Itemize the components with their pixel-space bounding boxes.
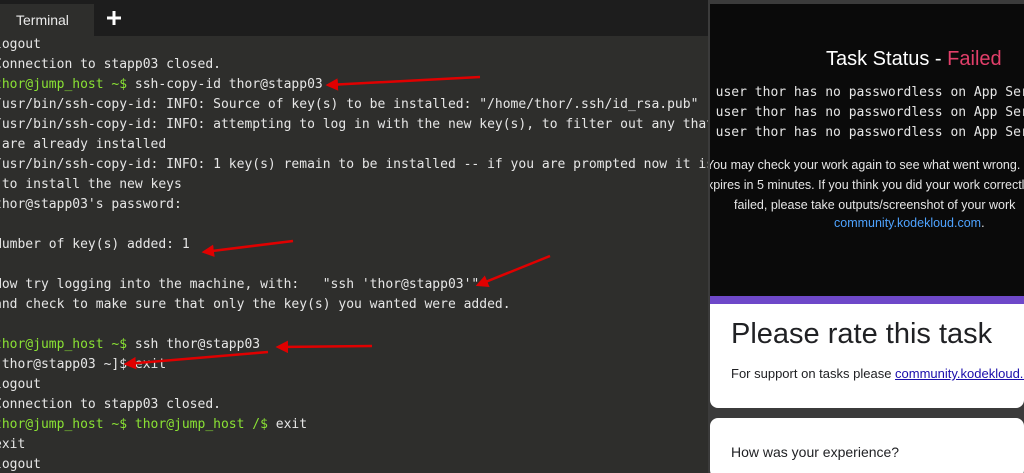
terminal-line-text: to install the new keys bbox=[0, 177, 182, 192]
community-link[interactable]: community.kodekloud.com bbox=[834, 216, 981, 230]
rating-card: Please rate this task For support on tas… bbox=[710, 304, 1024, 408]
terminal-line-text: Connection to stapp03 closed. bbox=[0, 397, 221, 412]
right-panel: Task Status - Failed - user thor has no … bbox=[708, 0, 1024, 473]
terminal-line-text: logout bbox=[0, 457, 41, 472]
terminal-prompt: thor@jump_host /$ bbox=[134, 417, 268, 432]
terminal-line-text: Number of key(s) added: 1 bbox=[0, 237, 190, 252]
terminal-line-text: ssh-copy-id thor@stapp03 bbox=[127, 77, 323, 92]
terminal-line-text: thor@stapp03's password: bbox=[0, 197, 182, 212]
terminal-line-text: logout bbox=[0, 37, 41, 52]
terminal-line: thor@stapp03's password: bbox=[0, 195, 182, 215]
terminal-line: logout bbox=[0, 375, 41, 395]
terminal-line-text: exit bbox=[267, 417, 308, 432]
terminal-window[interactable]: Terminal logout Connection to stapp03 clo… bbox=[0, 0, 708, 473]
terminal-line-text: and check to make sure that only the key… bbox=[0, 297, 511, 312]
plus-icon bbox=[107, 11, 121, 25]
terminal-line: thor@jump_host ~$ ssh-copy-id thor@stapp… bbox=[0, 75, 323, 95]
terminal-line: Connection to stapp03 closed. bbox=[0, 395, 221, 415]
terminal-line-text bbox=[127, 417, 135, 432]
status-note: You may check your work again to see wha… bbox=[710, 158, 1021, 172]
terminal-line: thor@jump_host ~$ ssh thor@stapp03 bbox=[0, 335, 260, 355]
terminal-line: Connection to stapp03 closed. bbox=[0, 55, 221, 75]
task-status-value: Failed bbox=[947, 48, 1002, 70]
terminal-line-text: /usr/bin/ssh-copy-id: INFO: Source of ke… bbox=[0, 97, 699, 112]
experience-question: How was your experience? bbox=[731, 444, 900, 460]
tab-bar: Terminal bbox=[0, 0, 708, 36]
terminal-line-text: Now try logging into the machine, with: … bbox=[0, 277, 480, 292]
support-link[interactable]: community.kodekloud.com bbox=[895, 366, 1024, 381]
terminal-line-text: are already installed bbox=[0, 137, 167, 152]
rating-support-text: For support on tasks please community.ko… bbox=[731, 366, 1024, 381]
new-tab-button[interactable] bbox=[100, 4, 128, 32]
terminal-line: logout bbox=[0, 455, 41, 473]
terminal-line: and check to make sure that only the key… bbox=[0, 295, 511, 315]
terminal-line: thor@jump_host ~$ thor@jump_host /$ exit bbox=[0, 415, 307, 435]
terminal-line: to install the new keys bbox=[0, 175, 182, 195]
terminal-line: Number of key(s) added: 1 bbox=[0, 235, 190, 255]
tab-terminal-label: Terminal bbox=[16, 12, 69, 28]
task-status-card: Task Status - Failed - user thor has no … bbox=[710, 4, 1024, 296]
terminal-line: /usr/bin/ssh-copy-id: INFO: Source of ke… bbox=[0, 95, 698, 115]
terminal-prompt: thor@jump_host ~$ bbox=[0, 417, 128, 432]
terminal-line-text: logout bbox=[0, 377, 41, 392]
terminal-prompt: thor@jump_host ~$ bbox=[0, 337, 128, 352]
terminal-prompt: thor@jump_host ~$ bbox=[0, 77, 128, 92]
terminal-line: are already installed bbox=[0, 135, 166, 155]
terminal-line-text: exit bbox=[0, 437, 26, 452]
tab-terminal[interactable]: Terminal bbox=[0, 4, 94, 36]
terminal-line-text: /usr/bin/ssh-copy-id: INFO: 1 key(s) rem… bbox=[0, 157, 708, 172]
server-result-line: - user thor has no passwordless on App S… bbox=[715, 105, 1024, 120]
terminal-output[interactable]: logout Connection to stapp03 closed. thor@… bbox=[0, 36, 708, 473]
server-result-line: - user thor has no passwordless on App S… bbox=[715, 85, 1024, 100]
rating-accent-bar bbox=[710, 296, 1024, 304]
terminal-line-text: ssh thor@stapp03 bbox=[127, 337, 261, 352]
task-status-label: Task Status - bbox=[826, 48, 948, 70]
terminal-line-text: Connection to stapp03 closed. bbox=[0, 57, 221, 72]
terminal-line: Now try logging into the machine, with: … bbox=[0, 275, 479, 295]
experience-card[interactable]: How was your experience? bbox=[710, 418, 1024, 473]
rating-title: Please rate this task bbox=[731, 318, 993, 350]
terminal-line-text: /usr/bin/ssh-copy-id: INFO: attempting t… bbox=[0, 117, 708, 132]
terminal-line: /usr/bin/ssh-copy-id: INFO: attempting t… bbox=[0, 115, 708, 135]
task-status-title: Task Status - Failed bbox=[826, 48, 1002, 71]
terminal-line: /usr/bin/ssh-copy-id: INFO: 1 key(s) rem… bbox=[0, 155, 708, 175]
status-note: failed, please take outputs/screenshot o… bbox=[734, 198, 1016, 212]
terminal-line: exit bbox=[0, 435, 25, 455]
terminal-line: logout bbox=[0, 36, 41, 55]
support-text: For support on tasks please bbox=[731, 366, 896, 381]
status-link-suffix: . bbox=[981, 216, 985, 230]
status-link-line: community.kodekloud.com. bbox=[834, 213, 985, 233]
status-note: expires in 5 minutes. If you think you d… bbox=[710, 178, 1024, 192]
server-result-line: - user thor has no passwordless on App S… bbox=[715, 125, 1024, 140]
terminal-line-text: [thor@stapp03 ~]$ exit bbox=[0, 357, 167, 372]
terminal-line: [thor@stapp03 ~]$ exit bbox=[0, 355, 166, 375]
